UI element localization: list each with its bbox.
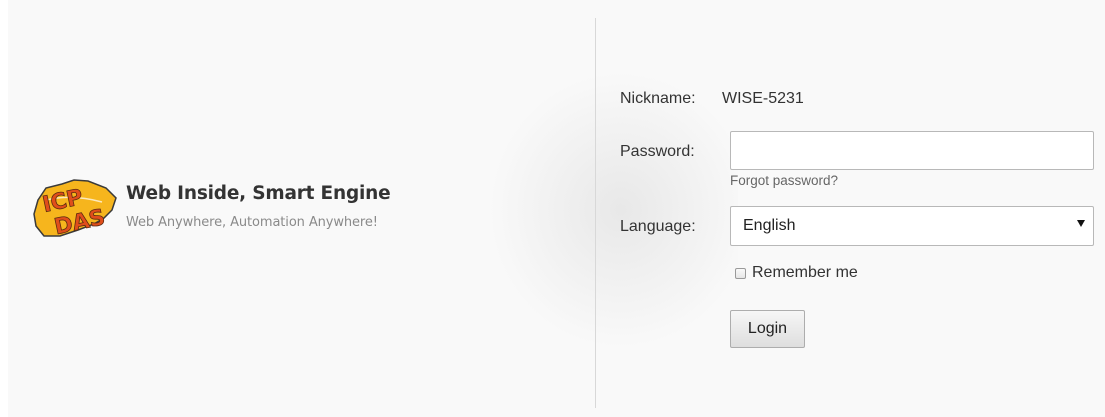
- brand-title: Web Inside, Smart Engine: [126, 183, 391, 204]
- login-page: ICP DAS Web Inside, Smart Engine Web Any…: [8, 0, 1105, 417]
- password-label: Password:: [620, 143, 695, 160]
- login-button[interactable]: Login: [730, 310, 805, 348]
- forgot-password-link[interactable]: Forgot password?: [730, 173, 838, 188]
- nickname-label: Nickname:: [620, 90, 696, 107]
- remember-me-checkbox[interactable]: [735, 267, 746, 279]
- vertical-divider: [595, 18, 596, 408]
- language-select[interactable]: English: [730, 206, 1094, 246]
- password-input[interactable]: [730, 131, 1094, 170]
- language-label: Language:: [620, 218, 696, 235]
- brand-subtitle: Web Anywhere, Automation Anywhere!: [126, 215, 378, 230]
- remember-me-option[interactable]: Remember me: [735, 263, 858, 283]
- dropdown-arrow-icon: [1077, 220, 1085, 227]
- icpdas-logo: ICP DAS: [33, 179, 117, 240]
- remember-me-label: Remember me: [752, 264, 858, 281]
- background-glow: [478, 60, 738, 360]
- nickname-value: WISE-5231: [722, 90, 804, 107]
- language-selected-value: English: [743, 217, 796, 234]
